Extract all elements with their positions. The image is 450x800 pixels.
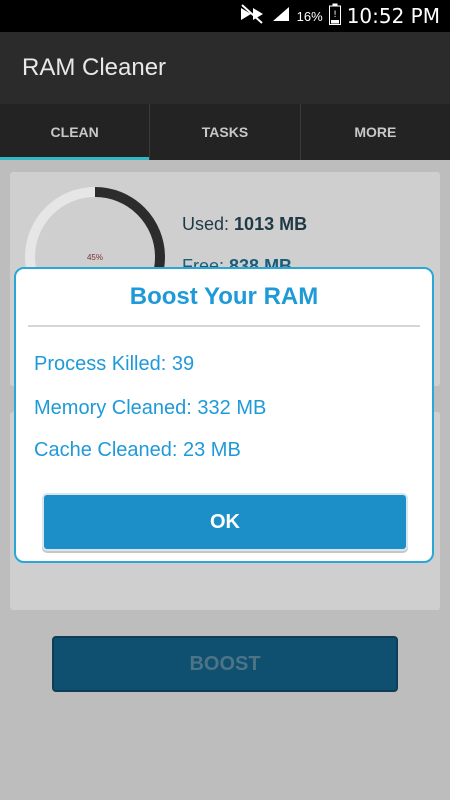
process-killed-text: Process Killed: 39: [34, 353, 195, 375]
cache-cleaned-text: Cache Cleaned: 23 MB: [34, 439, 241, 461]
ok-button[interactable]: OK: [42, 493, 408, 551]
dialog-divider: [28, 325, 420, 327]
dialog-title: Boost Your RAM: [129, 283, 319, 310]
boost-result-dialog: Boost Your RAM Process Killed: 39 Memory…: [14, 267, 434, 563]
memory-cleaned-text: Memory Cleaned: 332 MB: [34, 397, 267, 419]
